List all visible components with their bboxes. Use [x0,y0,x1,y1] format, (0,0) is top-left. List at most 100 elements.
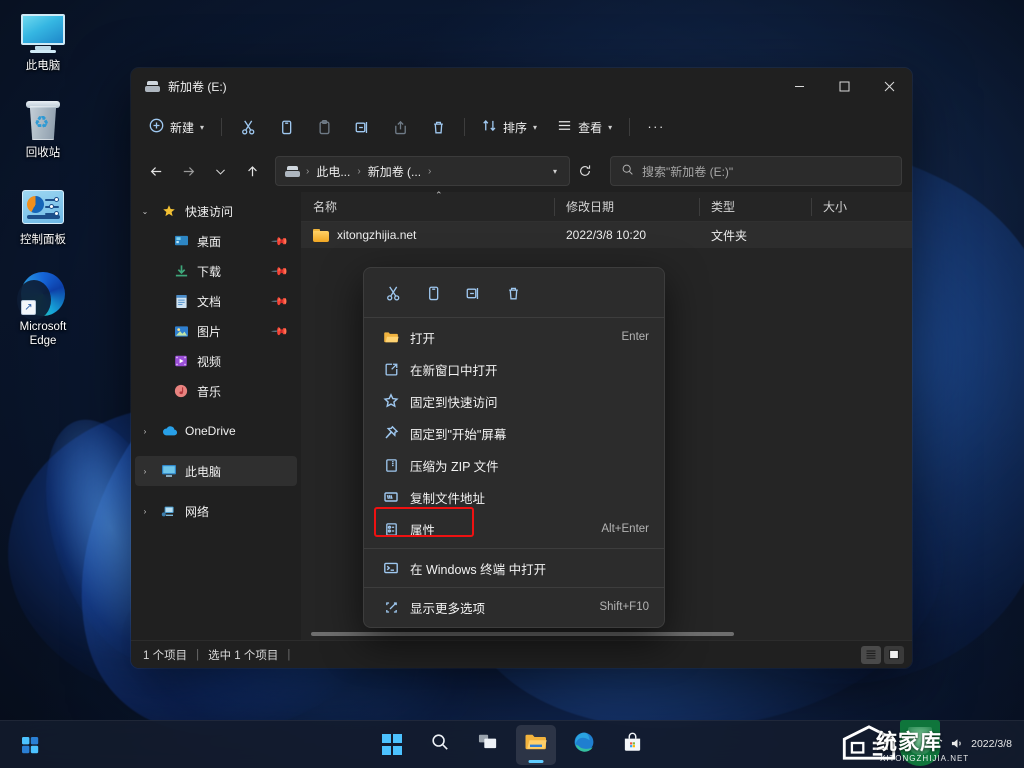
sidebar-item-quick-access[interactable]: ⌄ 快速访问 [135,196,297,226]
edge-button[interactable] [564,725,604,765]
context-cut-button[interactable] [374,277,412,309]
chevron-down-icon[interactable]: ⌄ [137,207,153,216]
table-row[interactable]: xitongzhijia.net 2022/3/8 10:20 文件夹 [301,222,912,248]
sort-caret-icon: ⌃ [435,189,443,200]
network-icon[interactable] [928,737,943,753]
close-button[interactable] [867,68,912,104]
context-item-open-in-windows-terminal[interactable]: 在 Windows 终端 中打开 [367,552,661,584]
column-header-name[interactable]: 名称 ⌃ [301,189,554,222]
breadcrumb-separator: › [428,165,432,177]
column-header-size[interactable]: 大小 [811,192,901,222]
context-item-properties[interactable]: 属性 Alt+Enter [367,513,661,545]
address-bar[interactable]: › 此电... › 新加卷 (... › ▾ [275,156,570,186]
file-name: xitongzhijia.net [337,228,417,242]
pin-icon[interactable]: 📌 [271,232,290,250]
sidebar-item-documents[interactable]: › 文档 📌 [135,286,297,316]
context-item-compress-to-zip[interactable]: 压缩为 ZIP 文件 [367,449,661,481]
command-bar: 新建 ▾ 排序 ▾ 查看 ▾ ··· [131,104,912,150]
back-button[interactable] [141,156,171,186]
rename-button[interactable] [344,111,380,143]
volume-icon[interactable] [950,737,965,753]
sidebar-item-pictures[interactable]: › 图片 📌 [135,316,297,346]
up-button[interactable] [237,156,267,186]
pin-icon[interactable]: 📌 [271,322,290,340]
paste-button[interactable] [306,111,342,143]
copy-path-icon [381,490,401,504]
breadcrumb-new-volume[interactable]: 新加卷 (... [365,161,424,182]
column-header-type[interactable]: 类型 [699,192,811,222]
microsoft-store-button[interactable] [612,725,652,765]
desktop-icon-this-pc[interactable]: 此电脑 [4,4,82,77]
desktop-icon-control-panel[interactable]: 控制面板 [4,178,82,251]
recent-locations-button[interactable] [205,156,235,186]
desktop-icon-microsoft-edge[interactable]: ↗ Microsoft Edge [4,265,82,352]
copy-icon [281,120,291,134]
details-view-button[interactable] [884,645,904,664]
breadcrumb-this-pc[interactable]: 此电... [313,161,353,182]
pin-icon[interactable]: 📌 [271,292,290,310]
column-header-modified[interactable]: 修改日期 [554,192,699,222]
context-item-label: 固定到快速访问 [410,395,498,410]
context-menu: 打开 Enter 在新窗口中打开 固定到快速访问 固定到"开始"屏幕 压缩为 Z… [363,267,665,628]
sidebar-item-desktop[interactable]: › 桌面 📌 [135,226,297,256]
address-dropdown-icon[interactable]: ▾ [545,167,565,176]
search-icon [430,732,450,757]
refresh-button[interactable] [572,158,598,184]
more-options-button[interactable]: ··· [638,111,674,143]
sidebar-item-label: 文档 [197,294,222,309]
context-item-accel: Alt+Enter [601,523,649,535]
context-delete-button[interactable] [494,277,532,309]
computer-icon [6,10,80,56]
sidebar-item-music[interactable]: › 音乐 [135,376,297,406]
chevron-up-icon[interactable]: ⌃ [906,739,922,750]
sidebar-item-downloads[interactable]: › 下载 📌 [135,256,297,286]
chevron-right-icon[interactable]: › [137,467,153,476]
taskbar-clock[interactable]: 2022/3/8 [971,738,1016,751]
sidebar-item-network[interactable]: › 网络 [135,496,297,526]
rename-icon [355,121,367,133]
context-item-accel: Shift+F10 [599,601,649,613]
maximize-button[interactable] [822,68,867,104]
new-button[interactable]: 新建 ▾ [141,111,213,143]
context-menu-divider [364,548,664,549]
chevron-right-icon[interactable]: › [137,507,153,516]
search-box[interactable]: 搜索"新加卷 (E:)" [610,156,902,186]
file-explorer-button[interactable] [516,724,556,765]
computer-icon [160,463,178,479]
desktop-icon-recycle-bin[interactable]: ♻ 回收站 [4,91,82,164]
view-button[interactable]: 查看 ▾ [548,111,621,143]
taskbar-search-button[interactable] [420,725,460,765]
copy-button[interactable] [268,111,304,143]
pin-icon[interactable]: 📌 [271,262,290,280]
sidebar-item-label: 桌面 [197,234,222,249]
context-rename-button[interactable] [454,277,492,309]
house-logo-icon [842,725,896,760]
context-item-show-more-options[interactable]: 显示更多选项 Shift+F10 [367,591,661,623]
start-button[interactable] [372,725,412,765]
pictures-icon [172,323,190,339]
horizontal-scrollbar[interactable] [311,632,898,636]
forward-button[interactable] [173,156,203,186]
context-item-open-new-window[interactable]: 在新窗口中打开 [367,353,661,385]
sort-button[interactable]: 排序 ▾ [473,111,546,143]
sidebar-item-videos[interactable]: › 视频 [135,346,297,376]
sidebar-item-this-pc[interactable]: › 此电脑 [135,456,297,486]
delete-button[interactable] [420,111,456,143]
desktop: 此电脑 ♻ 回收站 控制面板 ↗ Microsoft Edge 新加卷 (E:)… [0,0,1024,768]
column-header-label: 类型 [711,200,736,214]
cut-button[interactable] [230,111,266,143]
column-header-label: 名称 [313,200,338,214]
chevron-right-icon[interactable]: › [137,427,153,436]
widgets-icon[interactable] [10,725,50,765]
context-item-copy-path[interactable]: 复制文件地址 [367,481,661,513]
context-copy-button[interactable] [414,277,452,309]
taskbar-widgets[interactable] [10,725,50,765]
context-item-open[interactable]: 打开 Enter [367,321,661,353]
task-view-button[interactable] [468,725,508,765]
sidebar-item-onedrive[interactable]: › OneDrive [135,416,297,446]
list-view-button[interactable] [861,645,881,664]
context-item-pin-to-start[interactable]: 固定到"开始"屏幕 [367,417,661,449]
context-item-pin-to-quick-access[interactable]: 固定到快速访问 [367,385,661,417]
minimize-button[interactable] [777,68,822,104]
share-button[interactable] [382,111,418,143]
